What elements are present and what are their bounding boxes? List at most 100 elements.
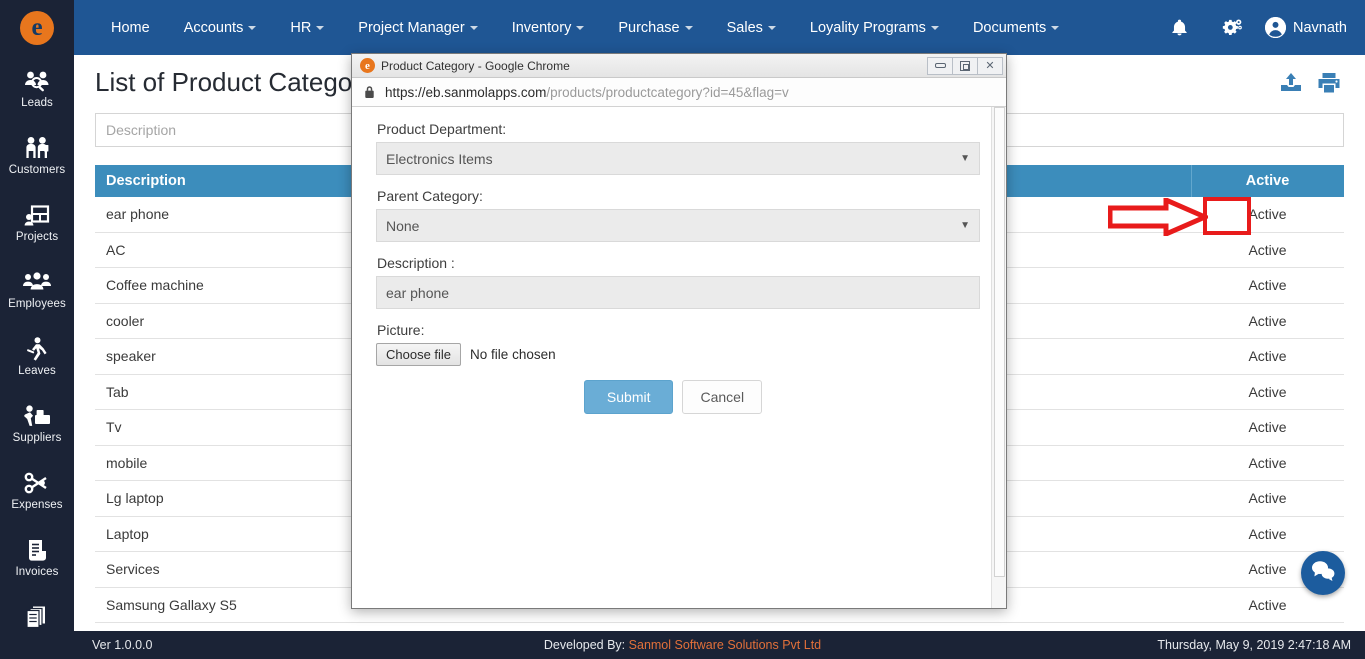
choose-file-button[interactable]: Choose file: [376, 343, 462, 366]
nav-label: Inventory: [511, 19, 572, 36]
cell-description: [95, 622, 640, 631]
cell-active: Active: [1191, 303, 1344, 339]
description-field[interactable]: ear phone: [376, 276, 980, 309]
chevron-down-icon: ▼: [960, 153, 970, 164]
user-menu[interactable]: Navnath: [1259, 17, 1347, 38]
nav-label: Home: [111, 19, 150, 36]
product-department-select[interactable]: Electronics Items ▼: [376, 142, 980, 175]
upload-icon[interactable]: [1279, 72, 1303, 94]
sidebar-label: Leaves: [18, 365, 56, 377]
popup-title: Product Category - Google Chrome: [381, 58, 570, 73]
cell-active: Active: [1191, 374, 1344, 410]
minimize-icon[interactable]: [927, 56, 953, 75]
footer-credits: Developed By: Sanmol Software Solutions …: [0, 638, 1365, 652]
avatar-icon: [1264, 17, 1286, 38]
sidebar-label: Projects: [15, 231, 59, 243]
footer-developer-link[interactable]: Sanmol Software Solutions Pvt Ltd: [629, 638, 821, 652]
cell-active: Active: [1191, 267, 1344, 304]
sidebar-item-projects[interactable]: Projects: [0, 189, 74, 256]
popup-url: https://eb.sanmolapps.com/products/produ…: [385, 85, 789, 100]
nav-item-inventory[interactable]: Inventory: [495, 0, 602, 55]
chevron-down-icon: [767, 25, 776, 30]
chevron-down-icon: [930, 25, 939, 30]
sidebar-label: Employees: [8, 298, 66, 310]
page-title: List of Product Categories: [95, 67, 395, 97]
sidebar-item-customers[interactable]: Customers: [0, 122, 74, 189]
leads-icon: [24, 68, 50, 94]
sidebar-item-expenses[interactable]: Expenses: [0, 457, 74, 524]
table-row[interactable]: Active: [95, 622, 1344, 631]
submit-button[interactable]: Submit: [583, 380, 674, 414]
popup-url-host: https://eb.sanmolapps.com: [385, 84, 547, 100]
sidebar-label: Invoices: [15, 566, 59, 578]
sidebar-label: Customers: [8, 164, 66, 176]
nav-item-loyality-programs[interactable]: Loyality Programs: [793, 0, 956, 55]
nav-label: Sales: [726, 19, 763, 36]
nav-item-hr[interactable]: HR: [273, 0, 341, 55]
nav-item-sales[interactable]: Sales: [710, 0, 793, 55]
popup-address-bar[interactable]: https://eb.sanmolapps.com/products/produ…: [352, 78, 1006, 107]
sidebar-item-leads[interactable]: Leads: [0, 55, 74, 122]
cancel-button[interactable]: Cancel: [682, 380, 763, 414]
brand-logo-icon: e: [20, 10, 54, 45]
cell-active: Active: [1191, 232, 1344, 268]
product-department-value: Electronics Items: [386, 150, 493, 167]
maximize-icon[interactable]: [952, 56, 978, 75]
description-label: Description :: [377, 255, 455, 271]
product-category-popup-window: e Product Category - Google Chrome ✕ htt…: [351, 53, 1007, 609]
description-value: ear phone: [386, 284, 450, 301]
top-nav-right: Navnath: [1154, 0, 1365, 55]
sidebar-item-suppliers[interactable]: Suppliers: [0, 390, 74, 457]
bell-icon[interactable]: [1154, 0, 1205, 55]
cell-active: Active: [1191, 480, 1344, 517]
nav-item-purchase[interactable]: Purchase: [601, 0, 709, 55]
popup-body: Product Department: Electronics Items ▼ …: [352, 107, 1006, 608]
chat-bubble-button[interactable]: [1301, 551, 1345, 595]
nav-item-home[interactable]: Home: [94, 0, 167, 55]
picture-file-row: Choose file No file chosen: [376, 343, 982, 366]
nav-item-project-manager[interactable]: Project Manager: [341, 0, 494, 55]
popup-favicon-icon: e: [360, 58, 375, 73]
column-header-active[interactable]: Active: [1191, 165, 1344, 197]
parent-category-value: None: [386, 217, 420, 234]
lock-icon: [364, 85, 375, 99]
customers-icon: [24, 135, 50, 161]
chevron-down-icon: [469, 25, 478, 30]
nav-label: Documents: [972, 19, 1047, 36]
sidebar-label: Leads: [21, 97, 53, 109]
popup-titlebar[interactable]: e Product Category - Google Chrome ✕: [352, 54, 1006, 78]
close-icon[interactable]: ✕: [977, 56, 1003, 75]
brand-logo-box[interactable]: e: [0, 0, 74, 55]
sidebar-item-leaves[interactable]: Leaves: [0, 323, 74, 390]
product-category-form: Product Department: Electronics Items ▼ …: [352, 107, 1006, 414]
cell-active: Active: [1191, 338, 1344, 375]
nav-label: Accounts: [183, 19, 244, 36]
chevron-down-icon: [684, 25, 693, 30]
popup-scrollbar-thumb[interactable]: [994, 107, 1005, 577]
sidebar-item-invoices[interactable]: Invoices: [0, 524, 74, 591]
parent-category-select[interactable]: None ▼: [376, 209, 980, 242]
suppliers-icon: [23, 403, 51, 429]
top-nav-items: Home Accounts HR Project Manager Invento…: [94, 0, 1076, 55]
sidebar-item-employees[interactable]: Employees: [0, 256, 74, 323]
nav-label: Loyality Programs: [809, 19, 926, 36]
nav-item-accounts[interactable]: Accounts: [167, 0, 274, 55]
documents-icon: [25, 604, 49, 630]
cell-code: [640, 622, 891, 631]
projects-icon: [24, 202, 50, 228]
chevron-down-icon: [1051, 25, 1060, 30]
nav-label: Project Manager: [358, 19, 465, 36]
sidebar-item-documents[interactable]: Documents: [0, 591, 74, 631]
chevron-down-icon: [576, 25, 585, 30]
cell-department: [891, 622, 1191, 631]
gears-icon[interactable]: [1205, 0, 1259, 55]
expenses-icon: [24, 470, 50, 496]
invoices-icon: [25, 537, 49, 563]
sidebar-label: Expenses: [11, 499, 63, 511]
print-icon[interactable]: [1317, 72, 1341, 94]
no-file-chosen-label: No file chosen: [470, 347, 556, 362]
popup-scrollbar[interactable]: [991, 107, 1006, 608]
page-header-actions: [1279, 72, 1365, 94]
sidebar-label: Suppliers: [12, 432, 62, 444]
nav-item-documents[interactable]: Documents: [956, 0, 1076, 55]
